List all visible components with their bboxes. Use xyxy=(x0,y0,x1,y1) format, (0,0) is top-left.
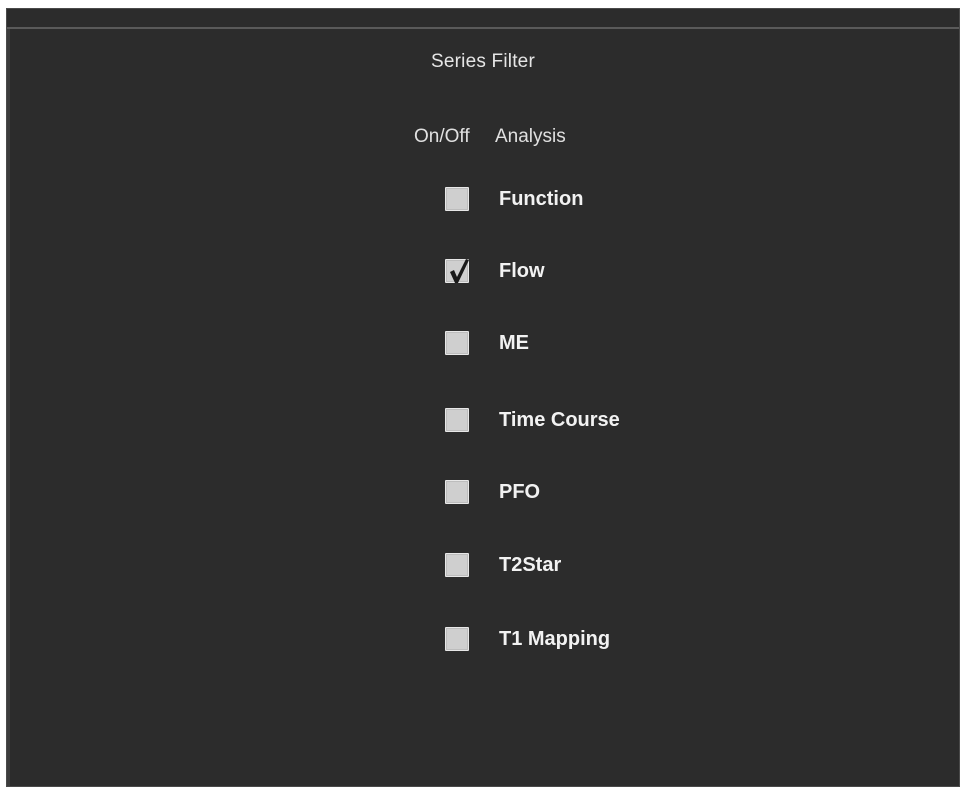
series-filter-panel: Series Filter On/Off Analysis Function F… xyxy=(6,8,960,787)
filter-label-me: ME xyxy=(499,331,529,354)
filter-row-function[interactable]: Function xyxy=(445,185,583,213)
filter-label-pfo: PFO xyxy=(499,480,541,503)
panel-divider xyxy=(7,27,959,29)
filter-row-t1-mapping[interactable]: T1 Mapping xyxy=(445,625,610,653)
panel-title: Series Filter xyxy=(431,51,535,72)
filter-row-flow[interactable]: Flow xyxy=(445,257,545,285)
column-header-on-off: On/Off xyxy=(414,126,470,147)
filter-row-pfo[interactable]: PFO xyxy=(445,478,540,506)
filter-row-me[interactable]: ME xyxy=(445,329,529,357)
checkbox-time-course[interactable] xyxy=(445,408,469,432)
panel-left-edge xyxy=(7,29,10,786)
checkbox-function[interactable] xyxy=(445,187,469,211)
filter-label-function: Function xyxy=(499,187,584,210)
checkbox-pfo[interactable] xyxy=(445,480,469,504)
filter-label-t1-mapping: T1 Mapping xyxy=(499,627,611,650)
checkbox-t2star[interactable] xyxy=(445,553,469,577)
filter-label-flow: Flow xyxy=(499,259,545,282)
checkbox-t1-mapping[interactable] xyxy=(445,627,469,651)
window: Series Filter On/Off Analysis Function F… xyxy=(0,0,964,787)
checkmark-icon xyxy=(450,259,469,283)
filter-row-time-course[interactable]: Time Course xyxy=(445,406,620,434)
filter-label-t2star: T2Star xyxy=(499,553,562,576)
filter-row-t2star[interactable]: T2Star xyxy=(445,551,561,579)
column-header-analysis: Analysis xyxy=(495,126,566,147)
filter-label-time-course: Time Course xyxy=(499,408,620,431)
checkbox-flow[interactable] xyxy=(445,259,469,283)
checkbox-me[interactable] xyxy=(445,331,469,355)
